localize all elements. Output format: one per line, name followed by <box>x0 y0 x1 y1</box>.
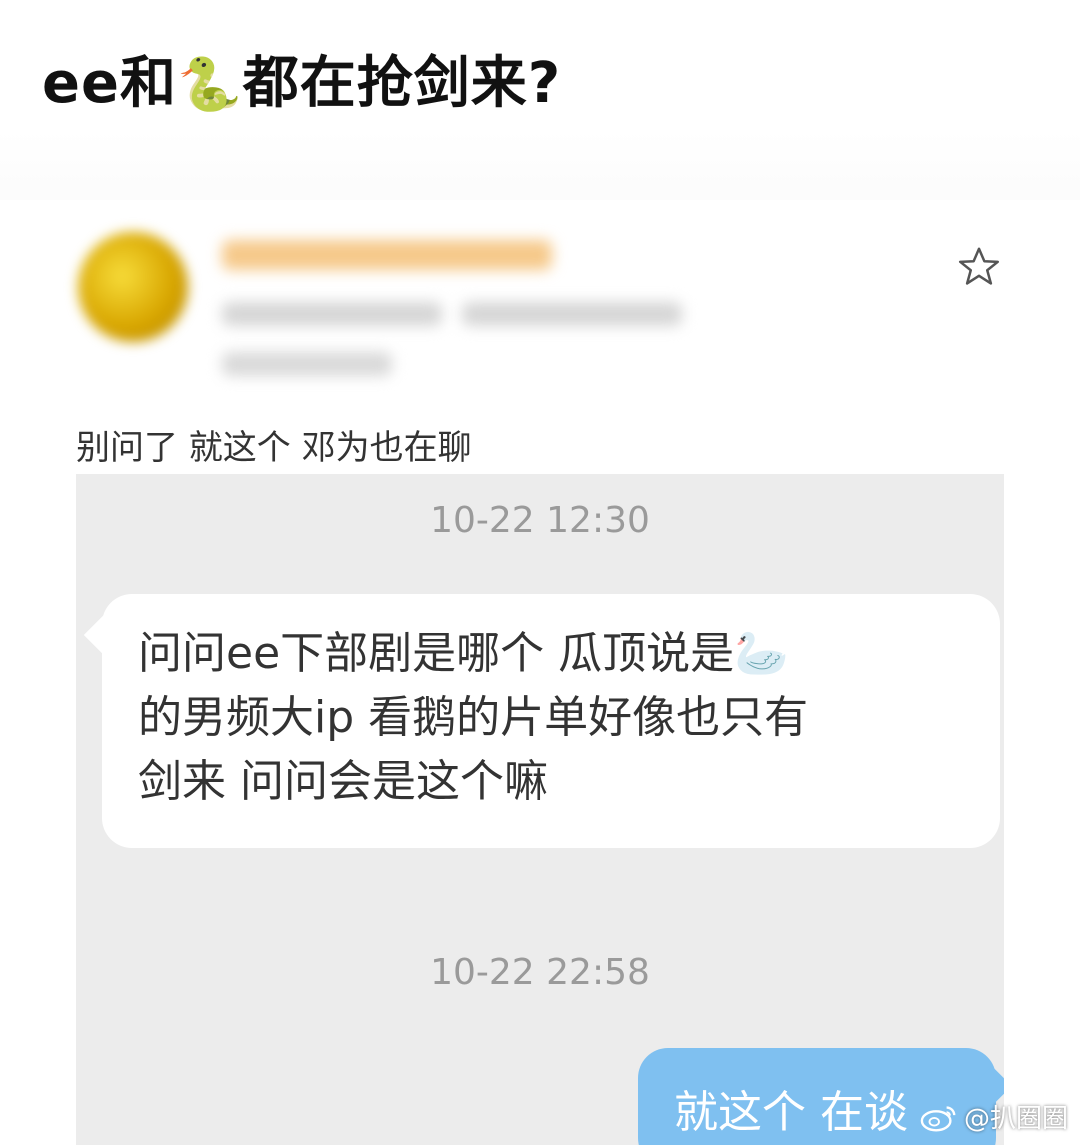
received-message-text: 问问ee下部剧是哪个 瓜顶说是🦢 的男频大ip 看鹅的片单好像也只有 剑来 问问… <box>138 622 978 814</box>
received-message-bubble: 问问ee下部剧是哪个 瓜顶说是🦢 的男频大ip 看鹅的片单好像也只有 剑来 问问… <box>83 594 1000 848</box>
bubble-tail <box>83 613 127 657</box>
received-message-line: 问问ee下部剧是哪个 瓜顶说是🦢 <box>138 628 789 679</box>
received-message-line: 剑来 问问会是这个嘛 <box>138 756 548 807</box>
star-outline-icon[interactable] <box>956 244 1002 290</box>
blurred-post-meta <box>222 352 392 376</box>
top-haze <box>0 130 1080 210</box>
chat-timestamp: 10-22 22:58 <box>430 952 650 993</box>
snake-emoji-icon: 🐍 <box>176 55 243 115</box>
headline-suffix: 都在抢剑来? <box>242 51 562 116</box>
blurred-username <box>222 240 552 270</box>
weibo-watermark: @扒圈圈 <box>920 1098 1068 1135</box>
received-message-line: 的男频大ip 看鹅的片单好像也只有 <box>138 692 809 743</box>
chat-timestamp: 10-22 12:30 <box>430 500 650 541</box>
avatar[interactable] <box>78 232 188 342</box>
sent-message-text: 就这个 在谈 <box>674 1087 908 1138</box>
blurred-post-time <box>222 302 442 326</box>
chat-screenshot: 10-22 12:30 问问ee下部剧是哪个 瓜顶说是🦢 的男频大ip 看鹅的片… <box>76 474 1004 1145</box>
headline-prefix: ee和 <box>42 51 177 116</box>
watermark-text: @扒圈圈 <box>963 1104 1068 1134</box>
blurred-post-source <box>462 302 682 326</box>
weibo-icon <box>920 1105 956 1131</box>
post-text: 别问了 就这个 邓为也在聊 <box>76 428 472 468</box>
headline-title: ee和🐍都在抢剑来? <box>42 38 561 119</box>
